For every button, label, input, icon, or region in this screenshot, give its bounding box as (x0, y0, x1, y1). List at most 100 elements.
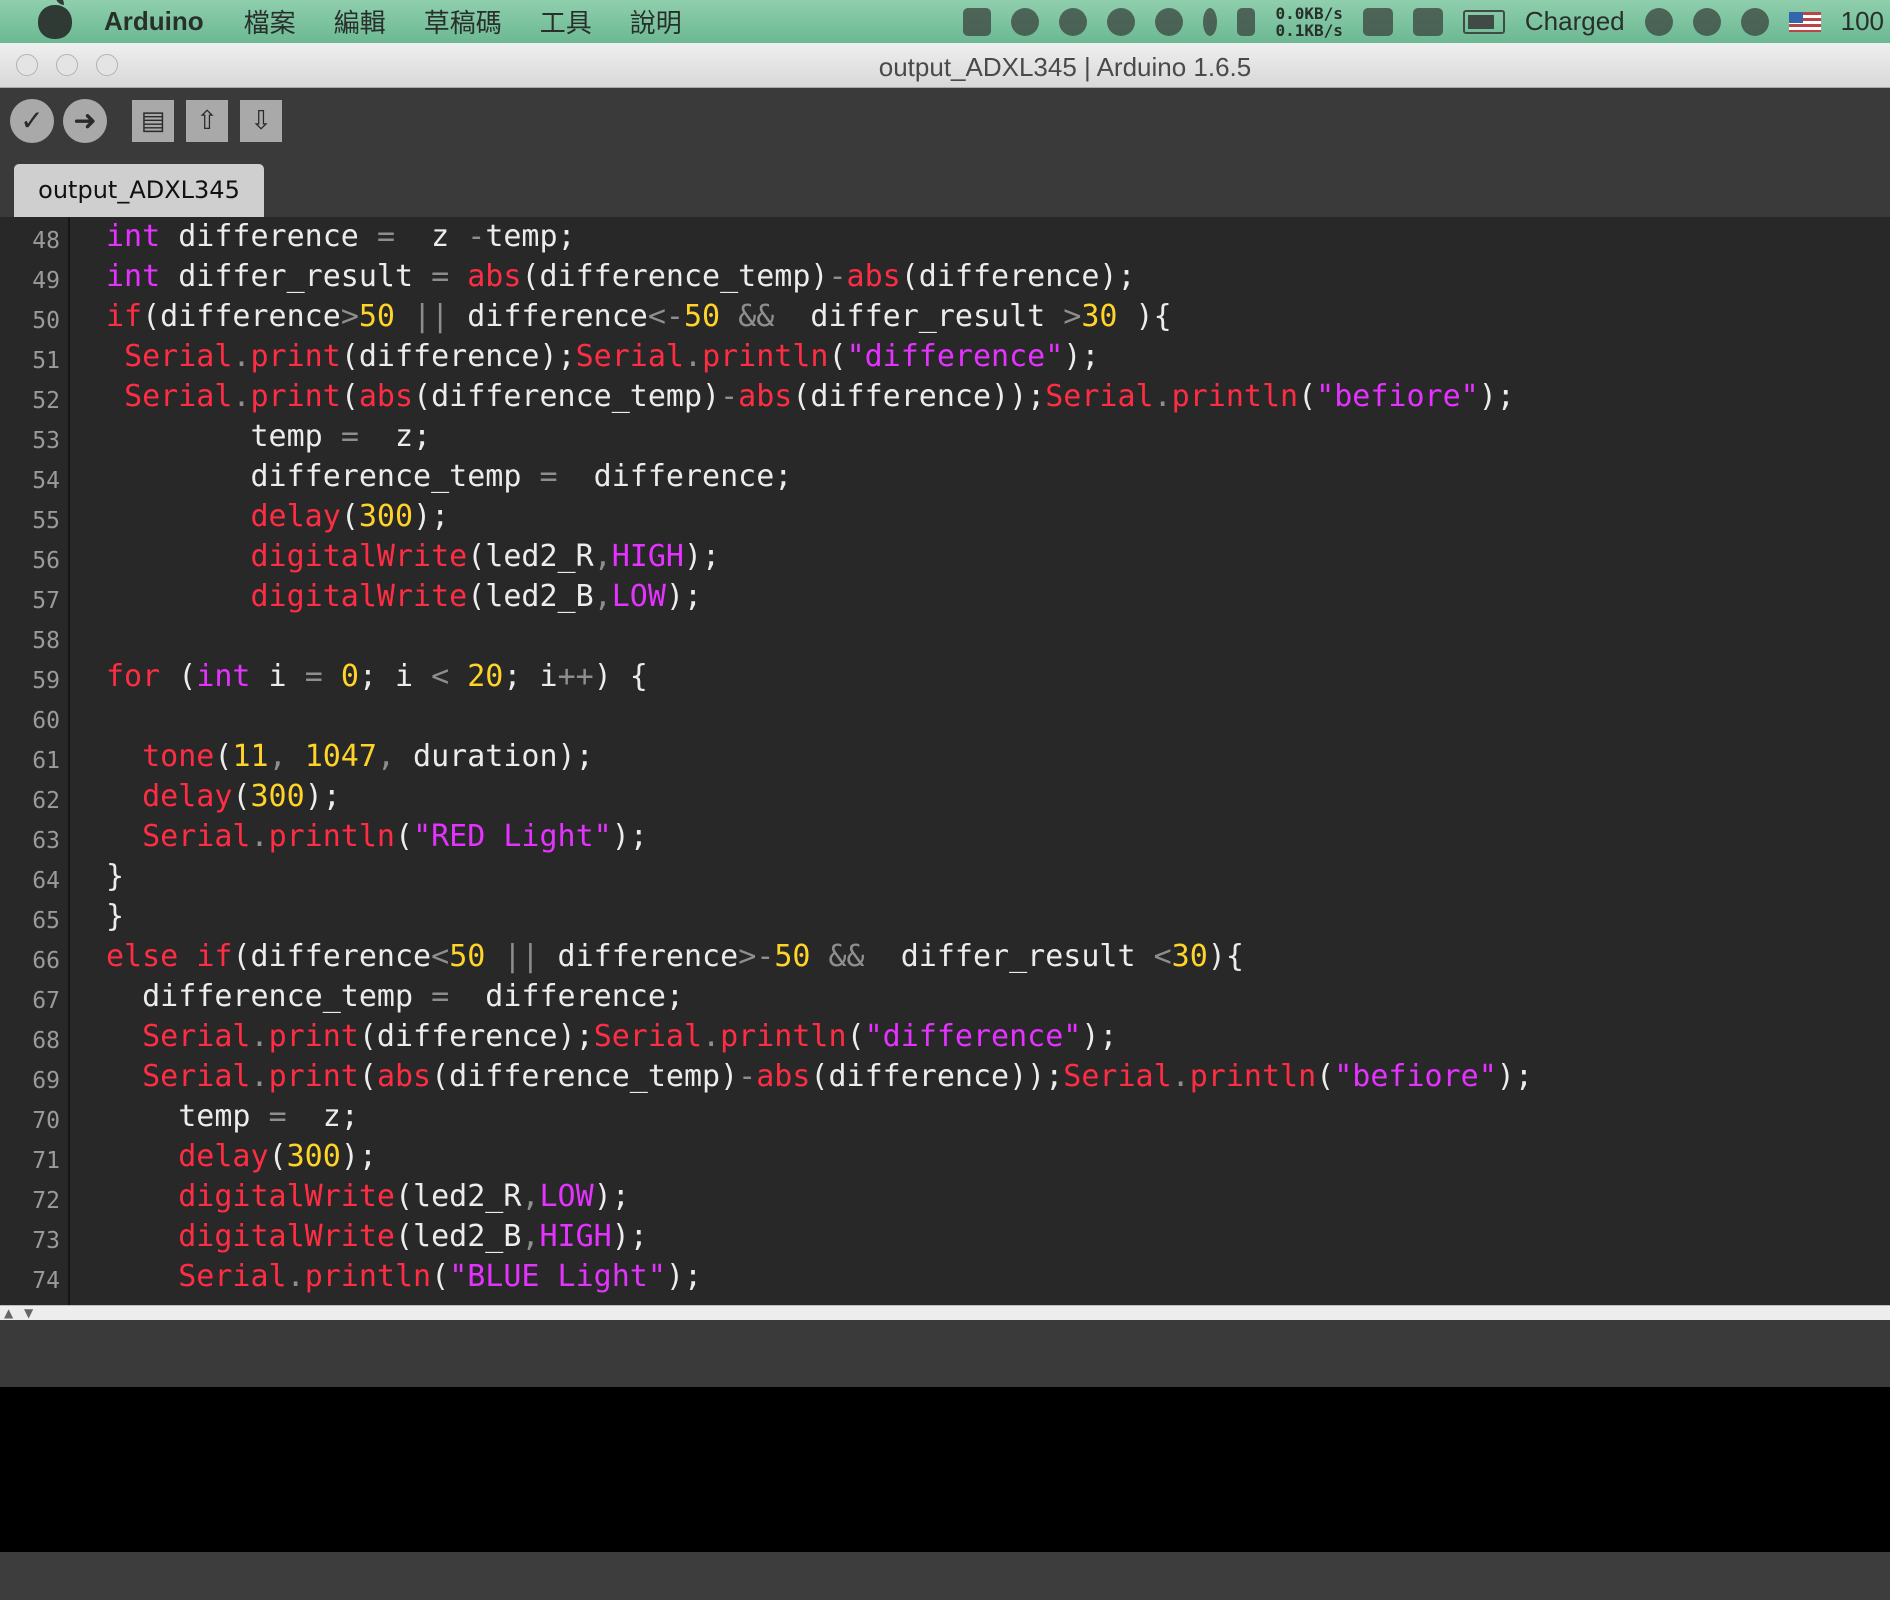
wifi-icon[interactable] (1692, 7, 1721, 36)
tab-output-adxl345[interactable]: output_ADXL345 (14, 164, 264, 217)
code-line[interactable]: temp = z; (106, 1099, 359, 1134)
code-line[interactable]: digitalWrite(led2_R,HIGH); (106, 539, 721, 574)
code-token: ); (611, 819, 648, 854)
code-token: (led2_B (395, 1219, 522, 1254)
new-sketch-button[interactable]: ▤ (132, 100, 174, 142)
menu-sketch[interactable]: 草稿碼 (424, 3, 502, 40)
open-sketch-button[interactable]: ⇧ (186, 100, 228, 142)
battery-status[interactable]: Charged (1525, 6, 1625, 37)
code-token: (led2_R (467, 539, 594, 574)
code-token: for (106, 659, 161, 694)
hat-icon[interactable] (1107, 7, 1136, 36)
network-speed[interactable]: 0.0KB/s 0.1KB/s (1275, 5, 1342, 39)
scroll-up-arrow-icon[interactable]: ▲ (4, 1306, 13, 1320)
code-token: (difference_temp) (413, 379, 721, 414)
code-line[interactable]: Serial.print(abs(difference_temp)-abs(di… (106, 1059, 1533, 1094)
code-token: ){ (1207, 939, 1244, 974)
code-token: Serial (575, 339, 684, 374)
code-line[interactable]: delay(300); (106, 499, 450, 534)
code-token: 50 (449, 939, 486, 974)
code-line[interactable]: delay(300); (106, 1139, 377, 1174)
line-icon[interactable] (1011, 7, 1040, 36)
code-token: int (106, 219, 161, 254)
code-line[interactable]: digitalWrite(led2_R,LOW); (106, 1179, 630, 1214)
code-token: delay (250, 499, 341, 534)
code-token: ); (611, 1219, 648, 1254)
volume-icon[interactable] (1740, 7, 1769, 36)
code-token: Serial (178, 1259, 287, 1294)
save-sketch-button[interactable]: ⇩ (240, 100, 282, 142)
code-token: = (376, 219, 395, 254)
code-line[interactable]: delay(300); (106, 779, 341, 814)
code-token: (difference_temp) (521, 259, 829, 294)
memory-icon[interactable] (1362, 7, 1393, 36)
code-line[interactable]: digitalWrite(led2_B,HIGH); (106, 1219, 648, 1254)
menu-app-arduino[interactable]: Arduino (104, 6, 204, 37)
verify-button[interactable]: ✓ (10, 99, 54, 143)
code-token: (difference); (340, 339, 576, 374)
code-editor[interactable]: 48 49 50 51 52 53 54 55 56 57 58 59 60 61 62 63 64 65 66 67… (0, 217, 1890, 1305)
code-line[interactable]: Serial.print(difference);Serial.println(… (106, 1019, 1117, 1054)
code-token: . (250, 1019, 269, 1054)
apple-icon[interactable] (38, 0, 72, 39)
code-token: z; (286, 1099, 359, 1134)
code-line[interactable]: difference_temp = difference; (106, 459, 792, 494)
code-line[interactable]: else if(difference<50 || difference>-50 … (106, 939, 1244, 974)
time-machine-icon[interactable] (1644, 7, 1673, 36)
code-line[interactable]: Serial.print(difference);Serial.println(… (106, 339, 1099, 374)
code-token: Serial (124, 379, 233, 414)
code-token: ( (340, 499, 359, 534)
code-line[interactable]: Serial.print(abs(difference_temp)-abs(di… (106, 379, 1515, 414)
battery-icon[interactable] (1462, 9, 1505, 34)
bluetooth-icon[interactable] (1203, 7, 1218, 36)
line-number: 58 (32, 628, 60, 654)
code-line[interactable]: for (int i = 0; i < 20; i++) { (106, 659, 648, 694)
code-line[interactable]: Serial.println("RED Light"); (106, 819, 648, 854)
code-token: print (268, 1059, 359, 1094)
line-number: 49 (32, 268, 60, 294)
code-line[interactable]: tone(11, 1047, duration); (106, 739, 594, 774)
menu-help[interactable]: 說明 (630, 3, 682, 40)
upload-button[interactable]: ➜ (63, 99, 107, 143)
code-token: <- (647, 299, 684, 334)
scroll-down-arrow-icon[interactable]: ▼ (24, 1306, 33, 1320)
code-token: delay (178, 1139, 269, 1174)
window-titlebar[interactable]: output_ADXL345 | Arduino 1.6.5 (0, 43, 1890, 88)
code-token: 1047 (304, 739, 377, 774)
line-number: 48 (32, 228, 60, 254)
code-token: ); (665, 1259, 703, 1294)
menu-edit[interactable]: 編輯 (334, 3, 386, 40)
code-line[interactable]: Serial.println("BLUE Light"); (106, 1259, 702, 1294)
code-token: println (1171, 379, 1299, 414)
code-token: Serial (124, 339, 233, 374)
line-number: 72 (32, 1188, 60, 1214)
code-line[interactable]: digitalWrite(led2_B,LOW); (106, 579, 703, 614)
menu-tools[interactable]: 工具 (540, 3, 592, 40)
code-line[interactable]: difference_temp = difference; (106, 979, 684, 1014)
code-line[interactable]: int difference = z -temp; (106, 219, 576, 254)
network-monitor-icon[interactable] (1237, 7, 1256, 36)
code-line[interactable]: int differ_result = abs(difference_temp)… (106, 259, 1136, 294)
code-token: differ_result (774, 299, 1064, 334)
editor-console-divider[interactable]: ▲ ▼ (0, 1305, 1890, 1320)
menu-file[interactable]: 檔案 (244, 3, 296, 40)
disk-icon[interactable] (1412, 7, 1443, 36)
flag-icon[interactable] (1788, 11, 1821, 32)
code-line[interactable]: } (106, 899, 124, 934)
creative-cloud-icon[interactable] (1059, 7, 1088, 36)
code-line[interactable]: } (106, 859, 124, 894)
code-line[interactable]: if(difference>50 || difference<-50 && di… (106, 299, 1172, 334)
code-token: temp (106, 1099, 269, 1134)
line-number: 60 (32, 708, 60, 734)
line-number: 64 (32, 868, 60, 894)
code-token: , (376, 739, 395, 774)
ji-icon[interactable] (963, 7, 992, 36)
code-line[interactable]: temp = z; (106, 419, 431, 454)
check-shield-icon[interactable] (1155, 7, 1184, 36)
code-token: LOW (611, 579, 666, 614)
